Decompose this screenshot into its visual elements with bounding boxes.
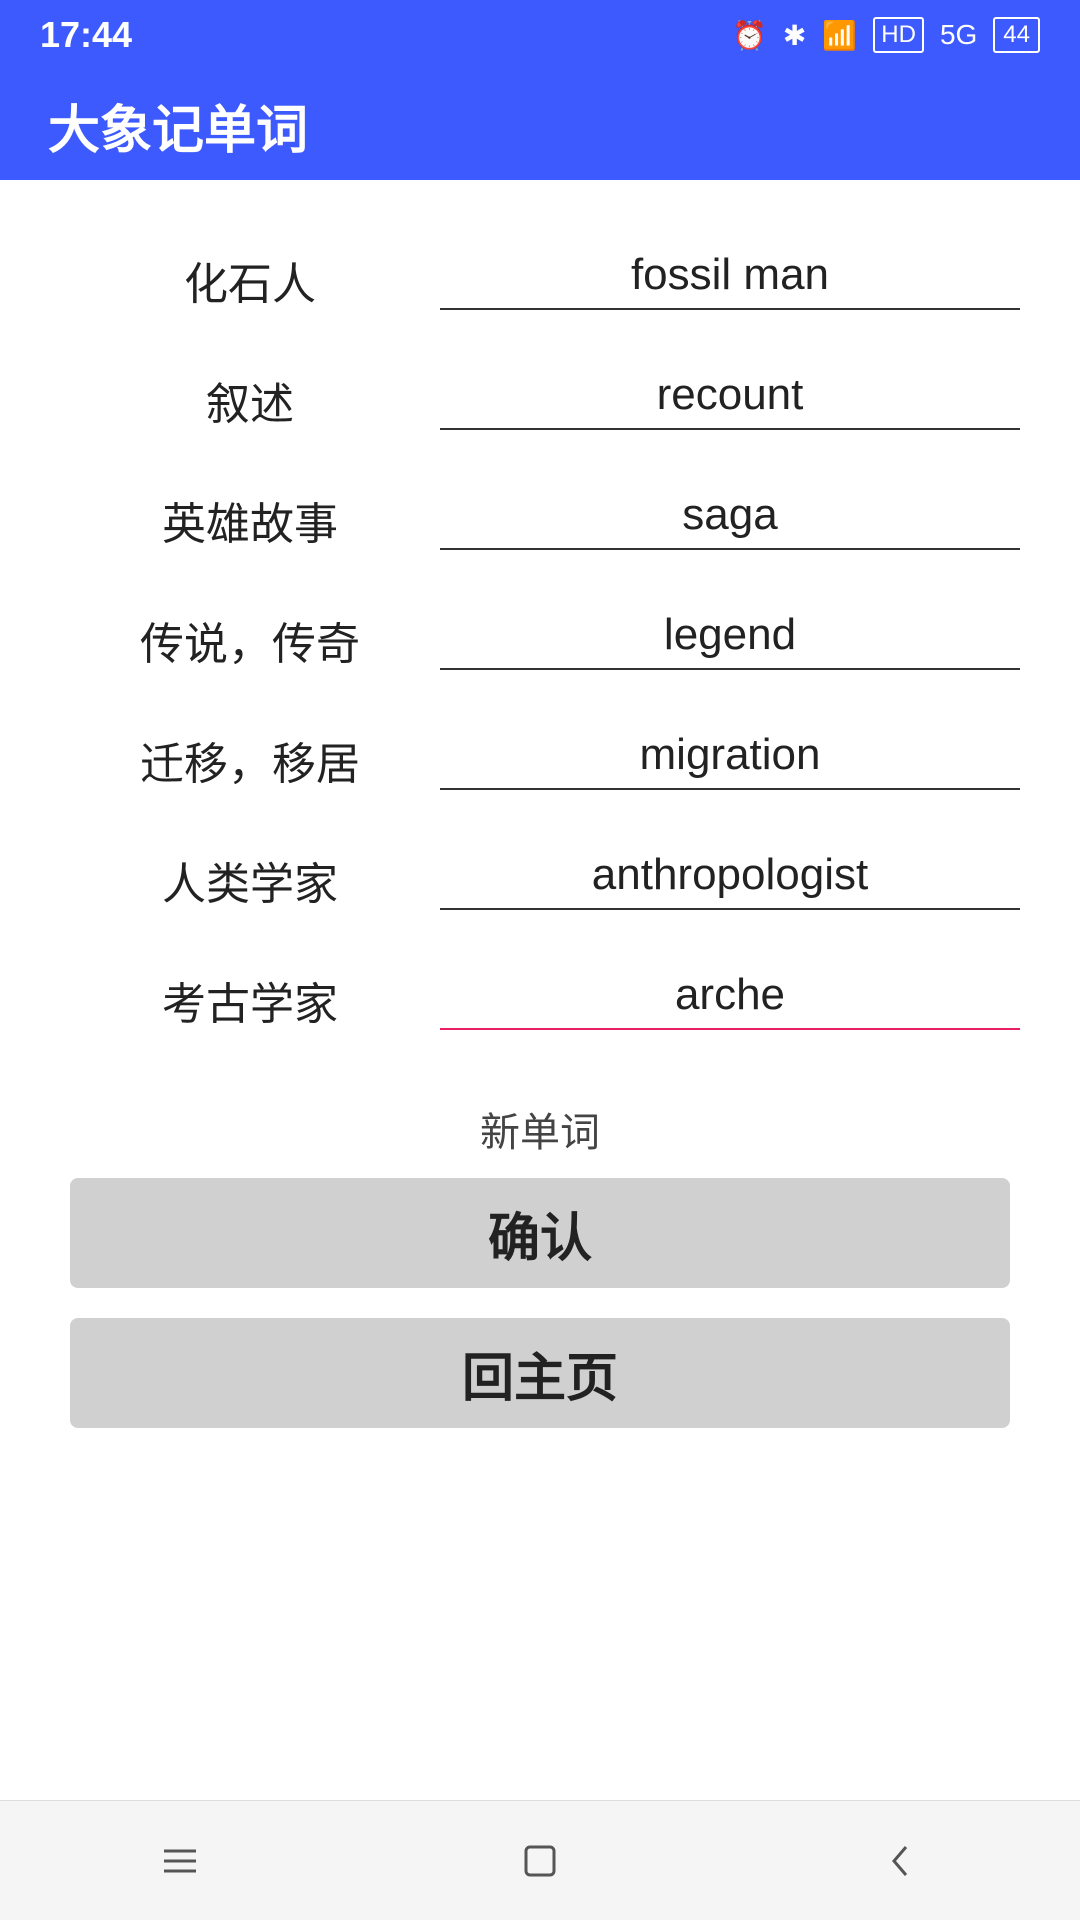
- app-title: 大象记单词: [48, 88, 308, 163]
- status-bar: 17:44 ⏰ ✱ 📶 HD 5G 44: [0, 0, 1080, 70]
- english-value: fossil man: [440, 250, 1020, 300]
- english-value: saga: [440, 490, 1020, 540]
- wifi-icon: 📶: [822, 19, 857, 52]
- english-value: legend: [440, 610, 1020, 660]
- chinese-label: 传说，传奇: [60, 608, 440, 672]
- button-section: 确认 回主页: [60, 1178, 1020, 1428]
- table-row: 迁移，移居 migration: [60, 700, 1020, 820]
- english-field-container: migration: [440, 730, 1020, 790]
- bluetooth-icon: ✱: [783, 19, 806, 52]
- word-input[interactable]: [440, 970, 1020, 1020]
- alarm-icon: ⏰: [732, 19, 767, 52]
- english-value: anthropologist: [440, 850, 1020, 900]
- table-row: 化石人 fossil man: [60, 220, 1020, 340]
- english-field-container: recount: [440, 370, 1020, 430]
- table-row: 叙述 recount: [60, 340, 1020, 460]
- chinese-label: 英雄故事: [60, 488, 440, 552]
- active-input-field: [440, 970, 1020, 1020]
- new-word-section: 新单词: [60, 1100, 1020, 1158]
- main-content: 化石人 fossil man 叙述 recount 英雄故事 saga 传说，传…: [0, 180, 1080, 1800]
- app-bar: 大象记单词: [0, 70, 1080, 180]
- status-icons: ⏰ ✱ 📶 HD 5G 44: [732, 17, 1040, 53]
- english-value: recount: [440, 370, 1020, 420]
- status-time: 17:44: [40, 14, 132, 56]
- signal-icon: 5G: [940, 19, 977, 51]
- table-row: 英雄故事 saga: [60, 460, 1020, 580]
- word-list: 化石人 fossil man 叙述 recount 英雄故事 saga 传说，传…: [60, 220, 1020, 1060]
- english-field-container: legend: [440, 610, 1020, 670]
- table-row: 传说，传奇 legend: [60, 580, 1020, 700]
- table-row: 人类学家 anthropologist: [60, 820, 1020, 940]
- confirm-button[interactable]: 确认: [70, 1178, 1010, 1288]
- home-button[interactable]: 回主页: [70, 1318, 1010, 1428]
- bottom-nav: [0, 1800, 1080, 1920]
- english-value: migration: [440, 730, 1020, 780]
- battery-icon: 44: [993, 17, 1040, 53]
- chinese-label: 叙述: [60, 368, 440, 432]
- english-field-container: fossil man: [440, 250, 1020, 310]
- chinese-label: 考古学家: [60, 968, 440, 1032]
- english-field-container-active[interactable]: [440, 970, 1020, 1030]
- chinese-label: 化石人: [60, 248, 440, 312]
- menu-icon[interactable]: [140, 1821, 220, 1901]
- new-word-label: 新单词: [480, 1100, 600, 1158]
- chinese-label: 人类学家: [60, 848, 440, 912]
- chinese-label: 迁移，移居: [60, 728, 440, 792]
- english-field-container: anthropologist: [440, 850, 1020, 910]
- table-row: 考古学家: [60, 940, 1020, 1060]
- back-icon[interactable]: [860, 1821, 940, 1901]
- english-field-container: saga: [440, 490, 1020, 550]
- hd-icon: HD: [873, 17, 924, 53]
- home-nav-icon[interactable]: [500, 1821, 580, 1901]
